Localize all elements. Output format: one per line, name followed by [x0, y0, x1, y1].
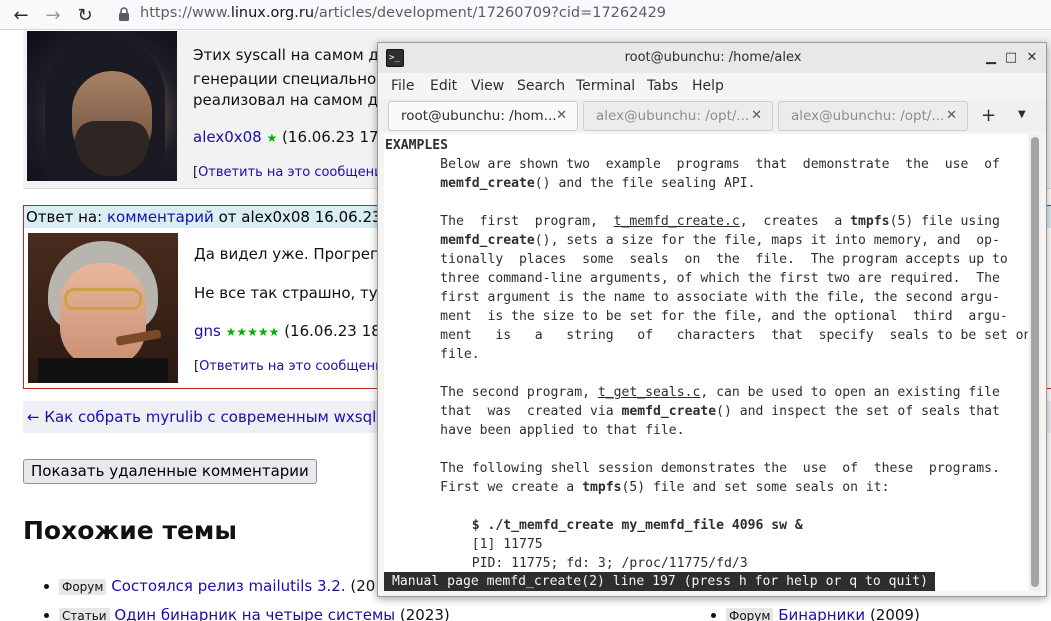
back-arrow-icon[interactable]: ←	[8, 2, 34, 28]
manpage-line: PID: 11775; fd: 3; /proc/11775/fd/3	[385, 556, 748, 571]
close-tab-icon[interactable]: ✕	[556, 102, 567, 130]
topic-year: (2023)	[395, 606, 450, 621]
comment-text-line: реализовал на самом де	[193, 91, 388, 109]
show-deleted-comments-button[interactable]: Показать удаленные комментарии	[23, 459, 317, 484]
list-item: Статьи Один бинарник на четыре системы (…	[44, 606, 450, 621]
manpage-line	[385, 193, 1028, 212]
forward-arrow-icon[interactable]: →	[40, 2, 66, 28]
maximize-icon[interactable]: □	[1002, 49, 1020, 67]
manpage-line: tionally places some seals on the file. …	[385, 252, 1008, 267]
terminal-scrollbar[interactable]	[1029, 134, 1041, 591]
comment-date: (16.06.23 18	[284, 322, 381, 340]
reply-link[interactable]: [Ответить на это сообщение]	[194, 359, 397, 374]
section-badge: Статьи	[59, 608, 110, 621]
url-prefix: https://www.	[140, 5, 231, 21]
author-link[interactable]: gns	[194, 322, 221, 340]
manpage-line: Below are shown two example programs tha…	[385, 157, 1000, 172]
manpage-line: that was created via memfd_create() and …	[385, 404, 1000, 419]
topic-year: (2009)	[865, 606, 920, 621]
similar-topic-link[interactable]: Бинарники	[778, 606, 865, 621]
close-tab-icon[interactable]: ✕	[946, 102, 957, 130]
manpage-line	[385, 497, 1028, 516]
menu-view[interactable]: View	[471, 78, 504, 94]
terminal-titlebar[interactable]: >_ root@ubunchu: /home/alex ▁ □ ✕	[378, 43, 1046, 73]
manpage-line: EXAMPLES	[385, 138, 449, 153]
new-tab-plus-icon[interactable]: +	[981, 105, 996, 126]
list-item: Форум Бинарники (2009)	[711, 606, 920, 621]
address-bar[interactable]: https://www.linux.org.ru/articles/develo…	[140, 5, 666, 21]
browser-toolbar: ← → ↻ https://www.linux.org.ru/articles/…	[0, 0, 1051, 30]
manpage-line: The following shell session demonstrates…	[385, 461, 1000, 476]
manpage-text: EXAMPLES Below are shown two example pro…	[385, 136, 1028, 573]
tab-menu-chevron-down-icon[interactable]: ▼	[1018, 109, 1026, 120]
reload-icon[interactable]: ↻	[72, 2, 98, 28]
window-title: root@ubunchu: /home/alex	[624, 50, 802, 65]
prev-topic-link[interactable]: ← Как собрать myrulib с современным wxsq…	[27, 408, 396, 426]
menu-help[interactable]: Help	[692, 78, 724, 94]
comment-text-line: Не все так страшно, тупо	[194, 284, 397, 302]
reply-link[interactable]: [Ответить на это сообщение]	[193, 165, 396, 180]
lock-icon	[119, 7, 129, 21]
tab-label: alex@ubunchu: /opt/...	[791, 108, 945, 124]
manpage-line: ment is the size to be set for the file,…	[385, 309, 1008, 324]
tab-label: root@ubunchu: /hom...	[401, 108, 557, 124]
manpage-line: file.	[385, 347, 480, 362]
tab-label: alex@ubunchu: /opt/...	[596, 108, 750, 124]
reply-prefix: Ответ на:	[26, 208, 107, 226]
list-item: Форум Состоялся релиз mailutils 3.2. (20…	[44, 577, 400, 595]
star-rating-icon: ★★★★★	[225, 325, 280, 339]
close-icon[interactable]: ✕	[1023, 49, 1041, 67]
manpage-line: [1] 11775	[385, 537, 543, 552]
terminal-tab[interactable]: alex@ubunchu: /opt/... ✕	[583, 101, 773, 131]
avatar	[27, 31, 177, 181]
manpage-line: The second program, t_get_seals.c, can b…	[385, 385, 1000, 400]
minimize-icon[interactable]: ▁	[982, 49, 1000, 67]
url-path: /articles/development/17260709?cid=17262…	[314, 5, 667, 21]
section-badge: Форум	[726, 608, 774, 621]
menu-terminal[interactable]: Terminal	[576, 78, 635, 94]
manpage-line: have been applied to that file.	[385, 423, 685, 438]
menu-search[interactable]: Search	[517, 78, 565, 94]
menu-file[interactable]: File	[391, 78, 414, 94]
reply-link-label: Ответить на это сообщение	[198, 165, 391, 180]
star-icon: ★	[266, 131, 278, 145]
section-badge: Форум	[59, 579, 107, 595]
menu-edit[interactable]: Edit	[430, 78, 457, 94]
manpage-line	[385, 440, 1028, 459]
terminal-menubar: File Edit View Search Terminal Tabs Help	[378, 73, 1046, 99]
manpage-line: first argument is the name to associate …	[385, 290, 1000, 305]
similar-topics-heading: Похожие темы	[23, 516, 237, 545]
close-tab-icon[interactable]: ✕	[751, 102, 762, 130]
terminal-content[interactable]: EXAMPLES Below are shown two example pro…	[384, 134, 1028, 591]
terminal-tab-bar: root@ubunchu: /hom... ✕ alex@ubunchu: /op…	[378, 99, 1046, 132]
reply-link-label: Ответить на это сообщение	[199, 359, 392, 374]
manpage-line: First we create a tmpfs(5) file and set …	[385, 480, 890, 495]
reply-target-link[interactable]: комментарий	[107, 208, 214, 226]
manpage-line: ment is a string of characters that spec…	[385, 328, 1028, 343]
comment-text-line: Да видел уже. Прогрепал	[194, 245, 399, 263]
comment-text-line: Этих syscall на самом де	[193, 46, 389, 64]
author-link[interactable]: alex0x08	[193, 128, 262, 146]
comment-author: alex0x08 ★ (16.06.23 17:4	[193, 128, 393, 146]
terminal-tab[interactable]: root@ubunchu: /hom... ✕	[388, 101, 578, 131]
manpage-line: memfd_create(), sets a size for the file…	[440, 233, 1000, 248]
terminal-window: >_ root@ubunchu: /home/alex ▁ □ ✕ File E…	[377, 42, 1047, 597]
avatar	[28, 233, 178, 383]
similar-topic-link[interactable]: Один бинарник на четыре системы	[114, 606, 395, 621]
menu-tabs[interactable]: Tabs	[647, 78, 678, 94]
manpage-line	[385, 364, 1028, 383]
terminal-tab[interactable]: alex@ubunchu: /opt/... ✕	[778, 101, 968, 131]
manpage-line: $ ./t_memfd_create my_memfd_file 4096 sw…	[471, 518, 803, 533]
pager-status-line: Manual page memfd_create(2) line 197 (pr…	[384, 572, 936, 591]
scrollbar-thumb[interactable]	[1031, 137, 1039, 587]
manpage-line: three command-line arguments, of which t…	[385, 271, 1000, 286]
similar-topic-link[interactable]: Состоялся релиз mailutils 3.2.	[111, 577, 345, 595]
comment-author: gns ★★★★★ (16.06.23 18	[194, 322, 381, 340]
url-host: linux.org.ru	[230, 5, 315, 21]
manpage-line: The first program, t_memfd_create.c, cre…	[385, 214, 1000, 229]
manpage-line: memfd_create() and the file sealing API.	[440, 176, 756, 191]
